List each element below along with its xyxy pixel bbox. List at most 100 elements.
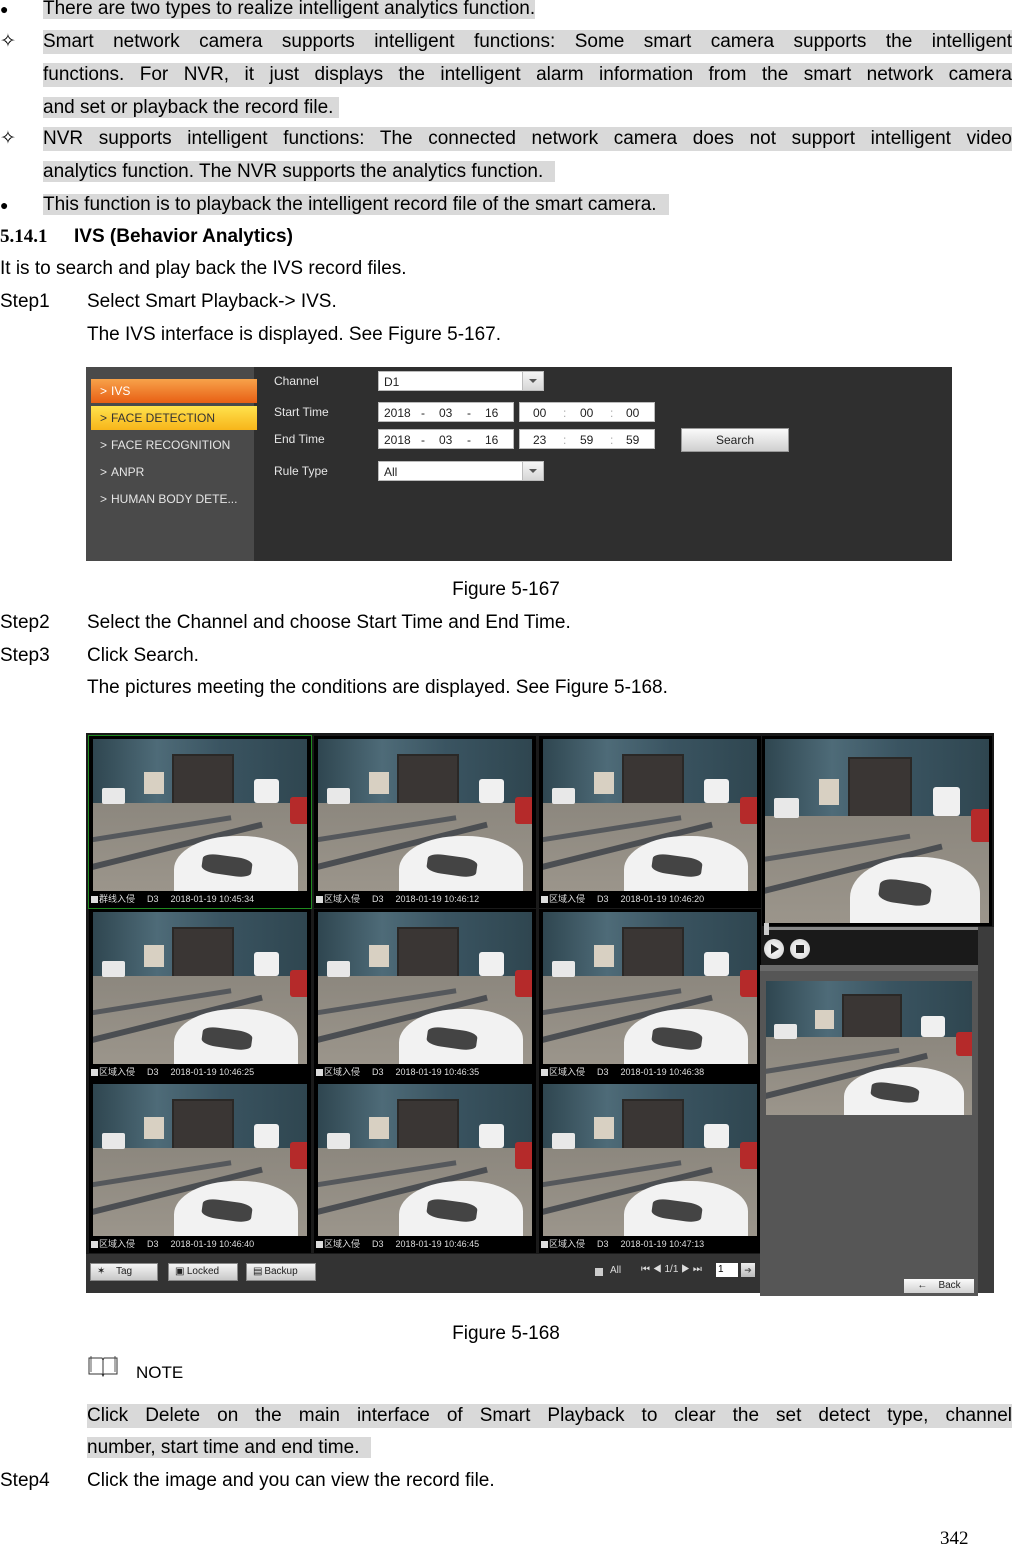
thumbnail-tile[interactable]: 区域入侵 D3 2018-01-19 10:46:35 — [314, 909, 536, 1081]
thumbnail-checkbox[interactable] — [541, 1241, 548, 1249]
thumbnail-checkbox[interactable] — [316, 896, 323, 904]
select-all-checkbox[interactable] — [595, 1268, 603, 1276]
year-field[interactable]: 2018 — [384, 430, 411, 450]
thumbnail-tile[interactable]: 区域入侵 D3 2018-01-19 10:46:38 — [539, 909, 761, 1081]
sidebar-item-face-detection[interactable]: > FACE DETECTION — [91, 406, 257, 430]
month-field[interactable]: 03 — [439, 430, 452, 450]
thumbnail-tile[interactable]: 区域入侵 D3 2018-01-19 10:46:40 — [89, 1081, 311, 1253]
thumbnail-tile[interactable]: 群线入侵 D3 2018-01-19 10:45:34 — [88, 735, 312, 909]
channel-id: D3 — [597, 1067, 609, 1077]
sidebar-item-ivs[interactable]: > IVS — [91, 379, 257, 403]
thumbnail-caption: 区域入侵 D3 2018-01-19 10:47:13 — [539, 1237, 761, 1252]
camera-frame — [318, 1084, 532, 1236]
thumbnail-caption: 区域入侵 D3 2018-01-19 10:46:45 — [314, 1237, 536, 1252]
chevron-right-icon: > — [100, 465, 108, 479]
chevron-down-icon[interactable] — [522, 372, 543, 390]
event-time: 2018-01-19 10:45:34 — [170, 894, 255, 904]
camera-frame — [765, 739, 989, 923]
start-time-input[interactable]: 00 : 00 : 00 — [519, 402, 655, 422]
book-icon — [88, 1356, 118, 1378]
thumbnail-checkbox[interactable] — [91, 1241, 98, 1249]
channel-id: D3 — [147, 894, 159, 904]
step-text: Click the image and you can view the rec… — [87, 1470, 495, 1491]
stop-button[interactable] — [790, 939, 810, 959]
date-separator: - — [421, 433, 425, 447]
last-page-icon[interactable]: ⏭ — [693, 1264, 702, 1275]
thumbnail-checkbox[interactable] — [316, 1069, 323, 1077]
playback-progress-bar[interactable] — [764, 927, 978, 930]
ivs-search-panel: > IVS > FACE DETECTION > FACE RECOGNITIO… — [86, 367, 952, 561]
pagination: ⏮ ◀ 1/1 ▶ ⏭ — [641, 1264, 702, 1275]
channel-id: D3 — [372, 894, 384, 904]
thumbnail-checkbox[interactable] — [541, 896, 548, 904]
prev-page-icon[interactable]: ◀ — [653, 1264, 662, 1275]
time-separator: : — [563, 406, 567, 420]
hour-field[interactable]: 23 — [533, 430, 546, 450]
playback-preview[interactable] — [762, 736, 992, 926]
second-field[interactable]: 00 — [626, 403, 639, 423]
back-button[interactable]: ← Back — [904, 1279, 974, 1293]
channel-select[interactable]: D1 — [378, 371, 544, 391]
progress-handle[interactable] — [764, 923, 769, 935]
go-page-button[interactable]: ➔ — [741, 1263, 755, 1277]
chevron-down-icon[interactable] — [522, 462, 543, 480]
tag-button[interactable]: ✶ Tag — [90, 1263, 158, 1281]
search-button[interactable]: Search — [681, 428, 789, 452]
day-field[interactable]: 16 — [485, 430, 498, 450]
first-page-icon[interactable]: ⏮ — [641, 1264, 650, 1275]
channel-id: D3 — [147, 1067, 159, 1077]
thumbnail-tile[interactable]: 区域入侵 D3 2018-01-19 10:46:20 — [539, 736, 761, 908]
sidebar-item-face-recognition[interactable]: > FACE RECOGNITION — [91, 433, 257, 457]
month-field[interactable]: 03 — [439, 403, 452, 423]
snapshot-image[interactable] — [766, 981, 972, 1115]
thumbnail-tile[interactable]: 区域入侵 D3 2018-01-19 10:46:45 — [314, 1081, 536, 1253]
minute-field[interactable]: 59 — [580, 430, 593, 450]
event-time: 2018-01-19 10:46:38 — [620, 1067, 705, 1077]
step-label: Step3 — [0, 645, 50, 666]
right-scrollbar[interactable] — [978, 927, 994, 1293]
locked-button[interactable]: ▣ Locked — [168, 1263, 238, 1281]
backup-button[interactable]: ▤ Backup — [246, 1263, 316, 1281]
sidebar-item-human-body-detection[interactable]: > HUMAN BODY DETE... — [91, 487, 257, 511]
thumbnail-checkbox[interactable] — [91, 1069, 98, 1077]
save-icon: ▤ — [253, 1266, 263, 1277]
start-time-label: Start Time — [274, 405, 329, 419]
lock-icon: ▣ — [175, 1266, 185, 1277]
note-line: number, start time and end time. — [87, 1437, 372, 1458]
bullet-text: analytics function. The NVR supports the… — [43, 161, 556, 182]
sidebar-item-anpr[interactable]: > ANPR — [91, 460, 257, 484]
thumbnail-tile[interactable]: 区域入侵 D3 2018-01-19 10:46:12 — [314, 736, 536, 908]
select-all-label: All — [610, 1265, 622, 1276]
second-field[interactable]: 59 — [626, 430, 639, 450]
thumbnail-tile[interactable]: 区域入侵 D3 2018-01-19 10:47:13 — [539, 1081, 761, 1253]
date-separator: - — [467, 406, 471, 420]
channel-id: D3 — [372, 1067, 384, 1077]
end-time-input[interactable]: 23 : 59 : 59 — [519, 429, 655, 449]
event-time: 2018-01-19 10:46:45 — [395, 1239, 480, 1249]
next-page-icon[interactable]: ▶ — [681, 1264, 690, 1275]
channel-id: D3 — [372, 1239, 384, 1249]
thumbnail-checkbox[interactable] — [316, 1241, 323, 1249]
thumbnail-checkbox[interactable] — [91, 896, 98, 904]
time-separator: : — [563, 433, 567, 447]
thumbnail-checkbox[interactable] — [541, 1069, 548, 1077]
day-field[interactable]: 16 — [485, 403, 498, 423]
rule-type-select[interactable]: All — [378, 461, 544, 481]
minute-field[interactable]: 00 — [580, 403, 593, 423]
end-date-input[interactable]: 2018 - 03 - 16 — [378, 429, 514, 449]
diamond-bullet-icon: ✧ — [0, 31, 16, 52]
start-date-input[interactable]: 2018 - 03 - 16 — [378, 402, 514, 422]
play-button[interactable] — [764, 939, 784, 959]
year-field[interactable]: 2018 — [384, 403, 411, 423]
bullet-text: There are two types to realize intellige… — [43, 0, 536, 19]
event-time: 2018-01-19 10:47:13 — [620, 1239, 705, 1249]
hour-field[interactable]: 00 — [533, 403, 546, 423]
event-time: 2018-01-19 10:46:35 — [395, 1067, 480, 1077]
results-toolbar: ✶ Tag ▣ Locked ▤ Backup All ⏮ ◀ 1/1 ▶ ⏭ 1 ➔ — [86, 1254, 760, 1293]
step-text: Select the Channel and choose Start Time… — [87, 612, 571, 633]
page-number-input[interactable]: 1 — [716, 1263, 738, 1277]
camera-frame — [93, 1084, 307, 1236]
step-subtext: The IVS interface is displayed. See Figu… — [87, 324, 502, 345]
event-time: 2018-01-19 10:46:25 — [170, 1067, 255, 1077]
thumbnail-tile[interactable]: 区域入侵 D3 2018-01-19 10:46:25 — [89, 909, 311, 1081]
